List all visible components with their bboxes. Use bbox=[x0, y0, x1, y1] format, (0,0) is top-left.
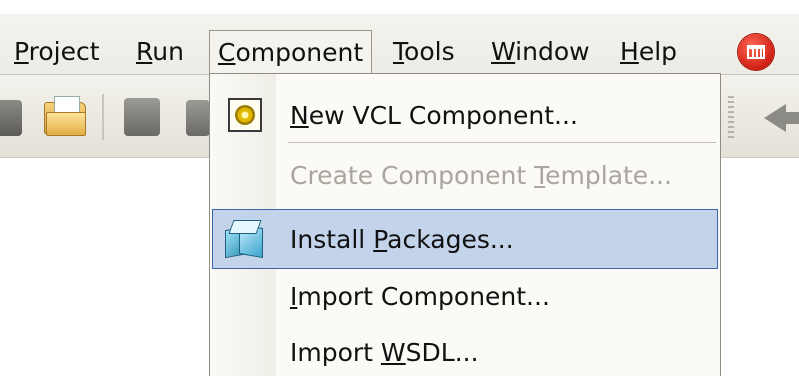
menu-item-import-wsdl[interactable]: Import WSDL... bbox=[212, 323, 718, 376]
menu-project-mnemonic: P bbox=[14, 37, 29, 66]
menu-project-label: roject bbox=[28, 37, 100, 66]
vcl-component-icon bbox=[228, 98, 262, 132]
window-edge bbox=[0, 0, 799, 14]
component-dropdown-menu: New VCL Component... Create Component Te… bbox=[209, 73, 721, 376]
menu-window-mnemonic: W bbox=[491, 37, 516, 66]
menu-tools[interactable]: Tools bbox=[393, 34, 455, 74]
menu-run-label: un bbox=[152, 37, 184, 66]
menu-item-import-component[interactable]: Import Component... bbox=[212, 267, 718, 327]
menu-item-label: Create Component Template... bbox=[290, 161, 673, 190]
packages-icon bbox=[223, 220, 263, 260]
menu-help[interactable]: Help bbox=[620, 34, 677, 74]
menu-project[interactable]: Project bbox=[14, 34, 100, 74]
menu-item-label: New VCL Component... bbox=[290, 101, 578, 130]
open-folder-icon[interactable] bbox=[44, 96, 86, 136]
menu-component-label: omponent bbox=[235, 38, 364, 67]
menu-help-label: elp bbox=[638, 37, 678, 66]
menu-run-mnemonic: R bbox=[136, 37, 153, 66]
back-arrow-icon[interactable] bbox=[764, 104, 786, 132]
save-icon[interactable] bbox=[0, 100, 22, 136]
menu-tools-mnemonic: T bbox=[393, 37, 405, 66]
close-project-icon[interactable] bbox=[738, 34, 774, 70]
menu-component-mnemonic: C bbox=[218, 38, 236, 67]
menu-separator bbox=[288, 142, 716, 143]
toolbar-separator bbox=[102, 94, 104, 140]
menu-item-create-component-template[interactable]: Create Component Template... bbox=[212, 146, 718, 206]
ide-window: Project Run Component Tools Window Help bbox=[0, 0, 799, 376]
toolbar-disabled-icon[interactable] bbox=[124, 98, 160, 136]
menu-item-new-vcl-component[interactable]: New VCL Component... bbox=[212, 86, 718, 146]
toolbar-grip[interactable] bbox=[728, 96, 734, 140]
menu-window[interactable]: Window bbox=[491, 34, 590, 74]
menu-window-label: indow bbox=[515, 37, 590, 66]
back-arrow-tail bbox=[784, 112, 799, 124]
menu-help-mnemonic: H bbox=[620, 37, 639, 66]
menu-run[interactable]: Run bbox=[136, 34, 184, 74]
menu-item-label: Import Component... bbox=[290, 282, 550, 311]
menu-item-label: Install Packages... bbox=[290, 225, 514, 254]
menu-bar: Project Run Component Tools Window Help bbox=[0, 0, 799, 75]
menu-item-install-packages[interactable]: Install Packages... bbox=[212, 209, 718, 269]
toolbar-disabled-icon-2[interactable] bbox=[186, 100, 210, 136]
menu-component[interactable]: Component bbox=[209, 30, 373, 74]
menu-item-label: Import WSDL... bbox=[290, 338, 479, 367]
menu-tools-label: ools bbox=[404, 37, 455, 66]
folder-front-shape bbox=[46, 112, 86, 136]
